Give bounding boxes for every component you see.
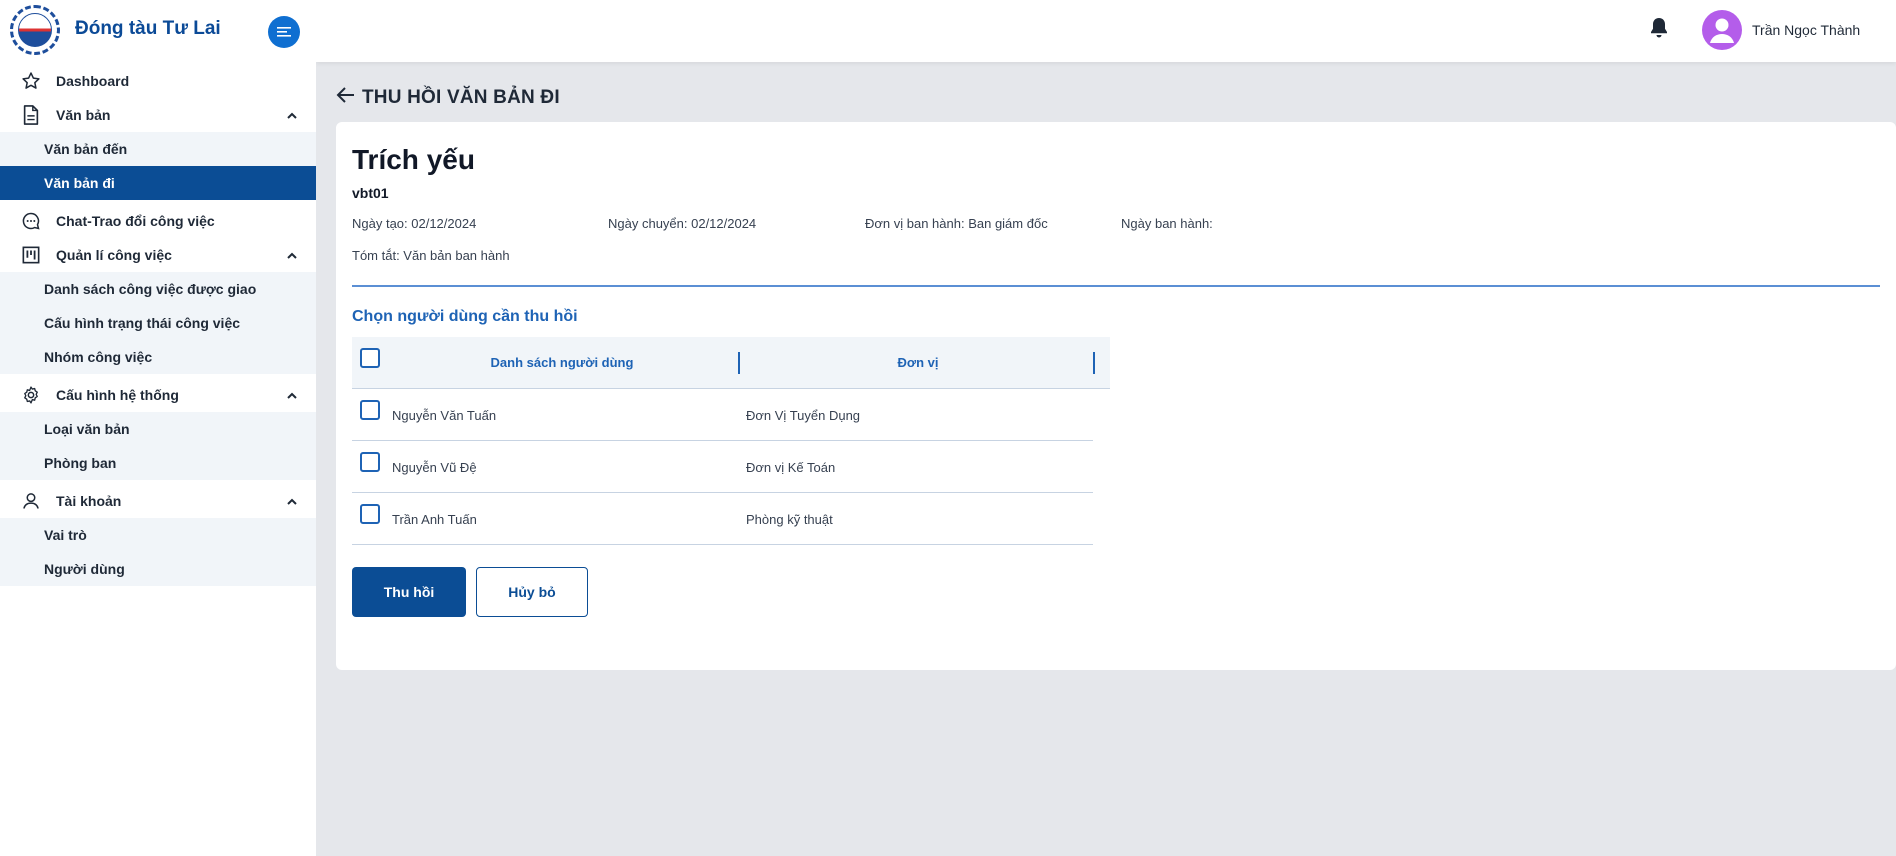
column-header-unit: Đơn vị — [897, 355, 939, 370]
document-icon — [20, 104, 42, 126]
transferred-date: Ngày chuyển: 02/12/2024 — [608, 216, 757, 231]
sidebar-item-van-ban-di[interactable]: Văn bản đi — [0, 166, 316, 200]
menu-lines-icon — [277, 27, 291, 37]
menu-toggle-button[interactable] — [268, 16, 300, 48]
back-arrow-icon[interactable] — [336, 86, 356, 109]
gear-icon — [20, 384, 42, 406]
user-icon — [20, 490, 42, 512]
chat-bubble-icon — [20, 210, 42, 232]
avatar[interactable] — [1702, 10, 1742, 50]
username[interactable]: Trần Ngọc Thành — [1752, 22, 1860, 38]
sidebar-item-label: Quản lí công việc — [56, 247, 172, 263]
user-name: Nguyễn Vũ Đệ — [392, 460, 477, 475]
sidebar-item-van-ban-den[interactable]: Văn bản đến — [0, 132, 316, 166]
company-logo[interactable] — [10, 5, 60, 55]
sidebar-item-vai-tro[interactable]: Vai trò — [0, 518, 316, 552]
sidebar-item-dashboard[interactable]: Dashboard — [0, 64, 316, 98]
divider — [352, 285, 1880, 287]
column-separator — [738, 352, 740, 374]
sidebar: Đóng tàu Tư Lai Dashboard Văn bản Văn bả… — [0, 0, 316, 856]
sidebar-item-phong-ban[interactable]: Phòng ban — [0, 446, 316, 480]
table-row[interactable]: Trần Anh Tuấn Phòng kỹ thuật — [352, 493, 1093, 545]
topbar: Trần Ngọc Thành — [316, 0, 1896, 62]
table-header: Danh sách người dùng Đơn vị — [352, 337, 1110, 389]
brand-name: Đóng tàu Tư Lai — [75, 18, 221, 39]
table-row[interactable]: Nguyễn Văn Tuấn Đơn Vị Tuyển Dụng — [352, 389, 1093, 441]
row-checkbox[interactable] — [360, 400, 380, 420]
page-title: THU HỒI VĂN BẢN ĐI — [362, 86, 560, 108]
sidebar-group-cau-hinh[interactable]: Cấu hình hệ thống — [0, 378, 316, 412]
user-unit: Đơn Vị Tuyển Dụng — [746, 408, 861, 423]
recall-button[interactable]: Thu hồi — [352, 567, 466, 617]
user-unit: Phòng kỹ thuật — [746, 512, 833, 527]
sidebar-item-nhom-cong-viec[interactable]: Nhóm công việc — [0, 340, 316, 374]
section-title: Chọn người dùng cần thu hồi — [352, 308, 578, 325]
sidebar-item-label: Chat-Trao đổi công việc — [56, 213, 215, 229]
user-table: Danh sách người dùng Đơn vị Nguyễn Văn T… — [352, 337, 1110, 545]
chevron-up-icon — [286, 494, 298, 510]
document-code: vbt01 — [352, 185, 389, 201]
brand: Đóng tàu Tư Lai — [0, 0, 316, 62]
sidebar-item-label: Cấu hình hệ thống — [56, 387, 179, 403]
sidebar-group-quan-li[interactable]: Quản lí công việc — [0, 238, 316, 272]
chevron-up-icon — [286, 388, 298, 404]
chevron-up-icon — [286, 248, 298, 264]
sidebar-item-cau-hinh-trang-thai[interactable]: Cấu hình trạng thái công việc — [0, 306, 316, 340]
user-unit: Đơn vị Kế Toán — [746, 460, 836, 475]
user-avatar-icon — [1710, 18, 1734, 43]
table-row[interactable]: Nguyễn Vũ Đệ Đơn vị Kế Toán — [352, 441, 1093, 493]
created-date: Ngày tạo: 02/12/2024 — [352, 216, 477, 231]
select-all-checkbox[interactable] — [360, 348, 380, 368]
sidebar-item-nguoi-dung[interactable]: Người dùng — [0, 552, 316, 586]
sidebar-item-label: Tài khoản — [56, 493, 122, 509]
document-heading: Trích yếu — [352, 144, 475, 175]
sidebar-item-danh-sach-cong-viec[interactable]: Danh sách công việc được giao — [0, 272, 316, 306]
sidebar-nav: Dashboard Văn bản Văn bản đến Văn bản đi… — [0, 64, 316, 586]
column-header-users: Danh sách người dùng — [490, 355, 634, 370]
issuing-unit: Đơn vị ban hành: Ban giám đốc — [865, 216, 1048, 231]
sidebar-item-loai-van-ban[interactable]: Loại văn bản — [0, 412, 316, 446]
kanban-icon — [20, 244, 42, 266]
sidebar-group-van-ban[interactable]: Văn bản — [0, 98, 316, 132]
star-icon — [20, 70, 42, 92]
document-summary: Tóm tắt: Văn bản ban hành — [352, 248, 510, 263]
sidebar-item-chat[interactable]: Chat-Trao đổi công việc — [0, 204, 316, 238]
page-header: THU HỒI VĂN BẢN ĐI — [336, 86, 560, 109]
user-name: Trần Anh Tuấn — [392, 512, 477, 527]
chevron-up-icon — [286, 108, 298, 124]
sidebar-item-label: Văn bản — [56, 107, 111, 123]
sidebar-group-tai-khoan[interactable]: Tài khoản — [0, 484, 316, 518]
recall-card: Trích yếu vbt01 Ngày tạo: 02/12/2024 Ngà… — [336, 122, 1896, 670]
row-checkbox[interactable] — [360, 504, 380, 524]
bell-icon[interactable] — [1649, 17, 1669, 44]
issued-date: Ngày ban hành: — [1121, 216, 1213, 231]
sidebar-item-label: Dashboard — [56, 73, 130, 89]
cancel-button[interactable]: Hủy bỏ — [476, 567, 588, 617]
row-checkbox[interactable] — [360, 452, 380, 472]
column-separator — [1093, 352, 1095, 374]
user-name: Nguyễn Văn Tuấn — [392, 408, 497, 423]
